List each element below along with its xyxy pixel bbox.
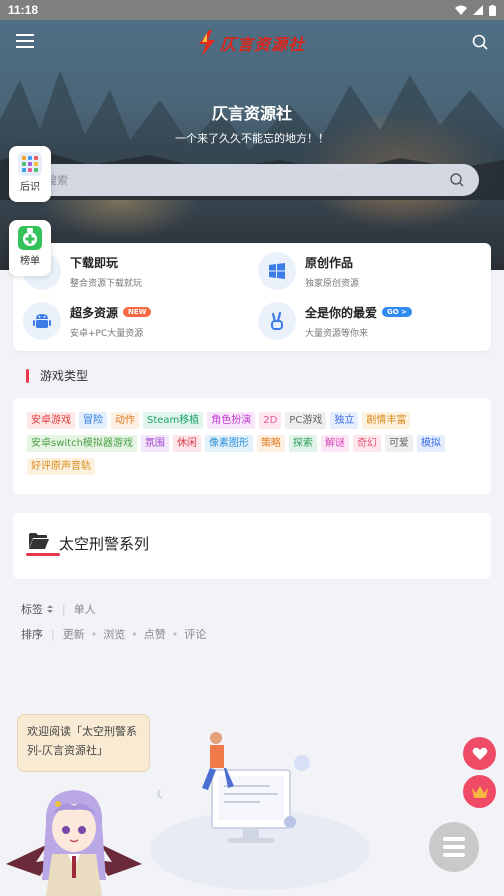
- go-badge[interactable]: GO >: [382, 307, 413, 317]
- dot-separator: •: [90, 627, 98, 641]
- tag-chip[interactable]: 休闲: [172, 435, 201, 452]
- tag-chip[interactable]: PC游戏: [285, 412, 327, 429]
- site-subtitle: 一个来了久久不能忘的地方！！: [175, 132, 329, 145]
- vip-button[interactable]: [463, 775, 496, 808]
- feature-desc: 大量资源等你来: [305, 328, 369, 339]
- sort-option-comments[interactable]: 评论: [184, 626, 206, 642]
- feature-desc: 独家原创资源: [305, 278, 360, 289]
- tags-card: 安卓游戏 冒险 动作 Steam移植 角色扮演 2D PC游戏 独立 剧情丰富安卓switch模…: [13, 398, 491, 494]
- floating-menu-button[interactable]: [429, 822, 479, 872]
- tag-chip[interactable]: 动作: [111, 412, 139, 429]
- signal-icon: [473, 5, 483, 15]
- search-icon[interactable]: [449, 172, 465, 188]
- tag-chip[interactable]: 像素图形: [204, 435, 253, 452]
- feature-favorites[interactable]: 全是你的最爱 GO > 大量资源等你来: [258, 299, 488, 343]
- feature-title: 下载即玩: [70, 255, 119, 270]
- hero-banner: 仄言资源社 仄言资源社 一个来了久久不能忘的地方！！: [0, 20, 504, 270]
- tag-chip[interactable]: 安卓switch模拟器游戏: [27, 435, 137, 452]
- dot-separator: •: [131, 627, 138, 641]
- empty-state-illustration: [150, 732, 370, 890]
- feature-original[interactable]: 原创作品 独家原创资源: [258, 249, 488, 293]
- menu-line: [443, 853, 465, 857]
- section-accent-bar: [26, 368, 29, 383]
- sort-arrows-icon[interactable]: [46, 604, 54, 614]
- series-title-underline: [26, 553, 60, 556]
- sort-row: 排序 | 更新 • 浏览 • 点赞 • 评论: [21, 626, 206, 642]
- menu-icon[interactable]: [16, 34, 34, 52]
- feature-title: 超多资源 NEW: [70, 304, 152, 321]
- feature-title-text: 全是你的最爱: [305, 305, 378, 320]
- tag-chip[interactable]: 2D: [259, 412, 282, 429]
- side-button-apps[interactable]: 后识: [9, 146, 51, 202]
- heart-icon: [472, 747, 487, 760]
- logo-text: 仄言资源社: [220, 35, 306, 54]
- battery-icon: [489, 4, 496, 16]
- apps-grid-icon: [18, 152, 42, 176]
- divider: |: [51, 627, 55, 641]
- feature-resources[interactable]: 超多资源 NEW 安卓+PC大量资源: [23, 299, 253, 343]
- like-button[interactable]: [463, 737, 496, 770]
- feature-download[interactable]: 下载即玩 整合资源下载就玩: [23, 249, 253, 293]
- tag-chip[interactable]: 模拟: [416, 435, 445, 452]
- tag-filter-row: 标签 | 单人: [21, 601, 96, 617]
- wifi-icon: [455, 5, 467, 15]
- menu-line: [443, 845, 465, 849]
- windows-icon: [258, 252, 296, 290]
- mascot-character[interactable]: [6, 784, 142, 896]
- lightning-logo-icon: [199, 30, 215, 56]
- tag-chip[interactable]: 冒险: [79, 412, 107, 429]
- tag-chip[interactable]: 奇幻: [352, 435, 381, 452]
- status-icons: [455, 4, 496, 16]
- tag-chip[interactable]: 解谜: [320, 435, 349, 452]
- sort-label: 排序: [21, 628, 43, 641]
- welcome-bubble: 欢迎阅读「太空刑警系列-仄言资源社」: [17, 714, 150, 772]
- features-card: 下载即玩 整合资源下载就玩 原创作品 独家原创资源 超多资源 NEW 安卓+PC…: [13, 243, 491, 351]
- series-card: 太空刑警系列: [13, 513, 491, 579]
- android-icon: [23, 302, 61, 340]
- menu-line: [443, 837, 465, 841]
- side-button-label: 后识: [20, 182, 40, 193]
- side-button-ranking[interactable]: 榜单: [9, 220, 51, 276]
- tag-chip[interactable]: 氛围: [140, 435, 169, 452]
- side-button-label: 榜单: [20, 256, 40, 267]
- plus-badge-icon: [18, 226, 42, 250]
- tag-chip[interactable]: 角色扮演: [207, 412, 256, 429]
- tag-chip[interactable]: 可爱: [384, 435, 413, 452]
- tag-filter-value[interactable]: 单人: [74, 601, 96, 617]
- feature-title: 全是你的最爱 GO >: [305, 304, 413, 321]
- tag-chip[interactable]: 剧情丰富: [362, 412, 411, 429]
- divider: |: [62, 602, 66, 616]
- site-logo[interactable]: 仄言资源社: [196, 28, 316, 58]
- status-time: 11:18: [8, 3, 39, 17]
- tag-chip[interactable]: 独立: [330, 412, 359, 429]
- dot-separator: •: [171, 627, 179, 641]
- section-title-text: 游戏类型: [40, 369, 89, 383]
- tag-chip[interactable]: 探索: [288, 435, 317, 452]
- folder-open-icon: [29, 533, 49, 549]
- sort-option-update[interactable]: 更新: [63, 626, 85, 642]
- search-icon[interactable]: [472, 34, 488, 50]
- crown-icon: [471, 785, 488, 798]
- tag-chip[interactable]: 安卓游戏: [27, 412, 75, 429]
- sort-option-views[interactable]: 浏览: [103, 626, 125, 642]
- tag-chip[interactable]: 好评原声音轨: [27, 458, 95, 475]
- tag-list: 安卓游戏 冒险 动作 Steam移植 角色扮演 2D PC游戏 独立 剧情丰富安卓switch模…: [27, 412, 479, 475]
- section-title: 游戏类型: [26, 367, 88, 384]
- feature-title-text: 超多资源: [70, 305, 119, 320]
- sort-option-likes[interactable]: 点赞: [144, 626, 166, 642]
- tag-chip[interactable]: 策略: [256, 435, 285, 452]
- peace-hand-icon: [258, 302, 296, 340]
- status-bar: 11:18: [0, 0, 504, 20]
- tag-filter-label[interactable]: 标签: [21, 601, 43, 617]
- feature-desc: 安卓+PC大量资源: [70, 328, 144, 339]
- new-badge: NEW: [123, 307, 152, 317]
- feature-desc: 整合资源下载就玩: [70, 278, 143, 289]
- site-title: 仄言资源社: [211, 104, 292, 123]
- search-input[interactable]: 搜索: [26, 164, 479, 196]
- feature-title: 原创作品: [305, 255, 354, 270]
- series-title: 太空刑警系列: [59, 535, 150, 553]
- tag-chip[interactable]: Steam移植: [143, 412, 204, 429]
